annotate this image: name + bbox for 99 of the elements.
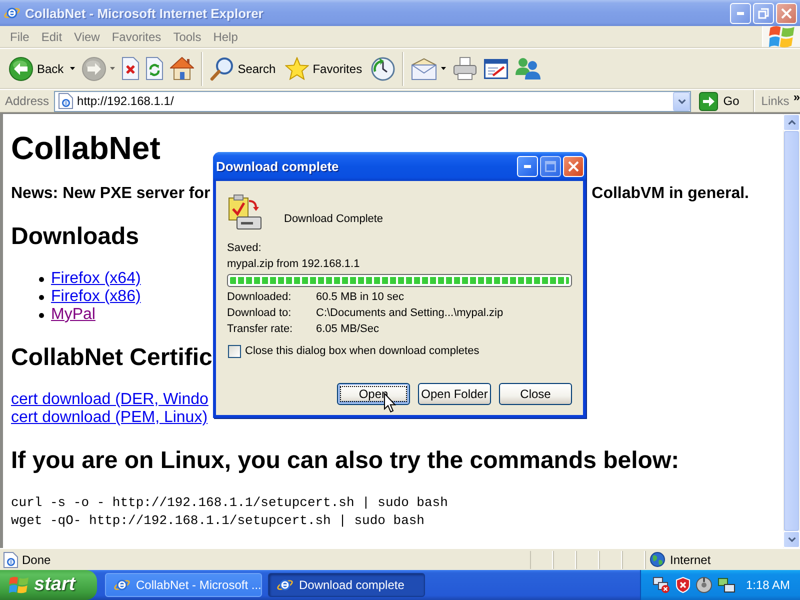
- maximize-button[interactable]: [540, 156, 561, 177]
- network-warning-icon: [653, 577, 670, 593]
- shield-icon: [676, 577, 690, 593]
- minimize-icon: [524, 165, 531, 168]
- envelope-icon: [411, 58, 438, 80]
- browser-logo-icon: [277, 577, 293, 593]
- flag-logo-icon: [768, 24, 794, 48]
- bullet-icon: [39, 312, 44, 318]
- go-button[interactable]: Go: [695, 90, 744, 112]
- restore-icon: [758, 8, 769, 18]
- dropdown-button[interactable]: [673, 92, 690, 110]
- clipboard-drive-icon: [228, 194, 262, 230]
- detail-label: Transfer rate:: [227, 322, 294, 337]
- house-icon: [170, 57, 194, 80]
- page-icon: [3, 552, 18, 568]
- section-heading: CollabNet Certific: [11, 344, 212, 372]
- checkbox[interactable]: [228, 344, 241, 358]
- taskbar-button[interactable]: CollabNet - Microsoft ...: [105, 573, 262, 597]
- checkbox-label: Close this dialog box when download completes: [245, 344, 480, 359]
- menu-item[interactable]: File: [4, 26, 36, 47]
- dialog-heading: Download Complete: [284, 212, 384, 227]
- link[interactable]: MyPal: [51, 306, 96, 324]
- code-line: wget -qO- http://192.168.1.1/setupcert.sh | sudo bash: [11, 512, 424, 530]
- detail-value: 6.05 MB/Sec: [316, 322, 380, 337]
- page-title: CollabNet: [11, 130, 160, 167]
- menu-item[interactable]: Edit: [35, 26, 68, 47]
- address-field[interactable]: http://192.168.1.1/: [54, 90, 692, 112]
- bullet-icon: [39, 294, 44, 300]
- close-icon: [568, 161, 579, 172]
- browser-logo-icon: [4, 5, 20, 21]
- detail-label: Downloaded:: [227, 290, 292, 305]
- status-pane: [599, 550, 622, 568]
- scroll-up-button[interactable]: [783, 114, 800, 131]
- scroll-down-button[interactable]: [783, 531, 800, 548]
- taskbar-button[interactable]: Download complete: [268, 573, 425, 597]
- menu-item[interactable]: View: [68, 26, 106, 47]
- document-x-icon: [122, 57, 139, 80]
- maximize-icon: [545, 161, 556, 172]
- status-pane: [553, 550, 576, 568]
- computers-icon: [718, 578, 735, 592]
- status-text: Done: [22, 552, 51, 566]
- close-button[interactable]: [563, 156, 584, 177]
- search-button[interactable]: Search: [206, 50, 281, 86]
- arrow-right-icon: [699, 92, 718, 110]
- search-icon: [210, 56, 234, 80]
- link[interactable]: cert download (DER, Windo: [11, 391, 208, 409]
- disc-icon: [696, 577, 712, 593]
- menu-item[interactable]: Favorites: [106, 26, 168, 47]
- flag-logo-icon: [9, 576, 29, 594]
- favorites-button[interactable]: Favorites: [282, 50, 368, 86]
- saved-label: Saved:: [227, 241, 262, 256]
- chevron-up-icon: [788, 120, 796, 125]
- address-label: Address: [5, 94, 50, 108]
- news-text: CollabVM in general.: [592, 185, 749, 203]
- menu-item[interactable]: Help: [207, 26, 244, 47]
- menu-item[interactable]: Tools: [167, 26, 208, 47]
- bullet-icon: [39, 276, 44, 282]
- news-text: News: New PXE server for: [11, 185, 210, 203]
- detail-value: 60.5 MB in 10 sec: [316, 290, 406, 305]
- link[interactable]: cert download (PEM, Linux): [11, 409, 208, 427]
- minimize-button[interactable]: [730, 2, 751, 24]
- dialog-button[interactable]: Close: [499, 383, 572, 405]
- dialog-title: Download complete: [216, 159, 340, 174]
- chevron-down-icon: [678, 98, 686, 104]
- browser-logo-icon: [114, 577, 130, 593]
- star-icon: [284, 57, 309, 80]
- status-pane: [622, 550, 645, 568]
- link[interactable]: Firefox (x64): [51, 270, 141, 288]
- section-heading: Downloads: [11, 223, 140, 251]
- link[interactable]: Firefox (x86): [51, 288, 141, 306]
- more-links-button[interactable]: »: [793, 91, 800, 103]
- pencil-window-icon: [484, 58, 508, 78]
- detail-value: C:\Documents and Setting...\mypal.zip: [316, 306, 504, 321]
- printer-icon: [453, 57, 478, 80]
- window-title: CollabNet - Microsoft Internet Explorer: [25, 6, 264, 20]
- clock-icon: [371, 56, 396, 80]
- detail-label: Download to:: [227, 306, 292, 321]
- saved-item: mypal.zip from 192.168.1.1: [227, 257, 361, 272]
- close-icon: [781, 8, 792, 18]
- status-pane: [530, 550, 553, 568]
- clock: 1:18 AM: [746, 578, 790, 592]
- status-pane: [576, 550, 599, 568]
- scrollbar-thumb[interactable]: [784, 131, 799, 531]
- globe-icon: [650, 552, 665, 567]
- links-label[interactable]: Links: [761, 94, 790, 108]
- code-line: curl -s -o - http://192.168.1.1/setupcert.sh | sudo bash: [11, 494, 448, 512]
- section-heading: If you are on Linux, you can also try the commands below:: [11, 447, 680, 475]
- page-icon: [58, 93, 74, 109]
- minimize-icon: [737, 12, 744, 14]
- people-icon: [515, 57, 542, 80]
- minimize-button[interactable]: [517, 156, 538, 177]
- refresh-icon: [146, 57, 163, 80]
- zone-label: Internet: [670, 552, 711, 566]
- chevron-down-icon: [788, 537, 796, 542]
- back-button[interactable]: Back: [6, 50, 78, 86]
- dialog-button[interactable]: Open: [337, 383, 410, 405]
- close-button[interactable]: [776, 2, 797, 24]
- dialog-button[interactable]: Open Folder: [418, 383, 491, 405]
- restore-button[interactable]: [753, 2, 774, 24]
